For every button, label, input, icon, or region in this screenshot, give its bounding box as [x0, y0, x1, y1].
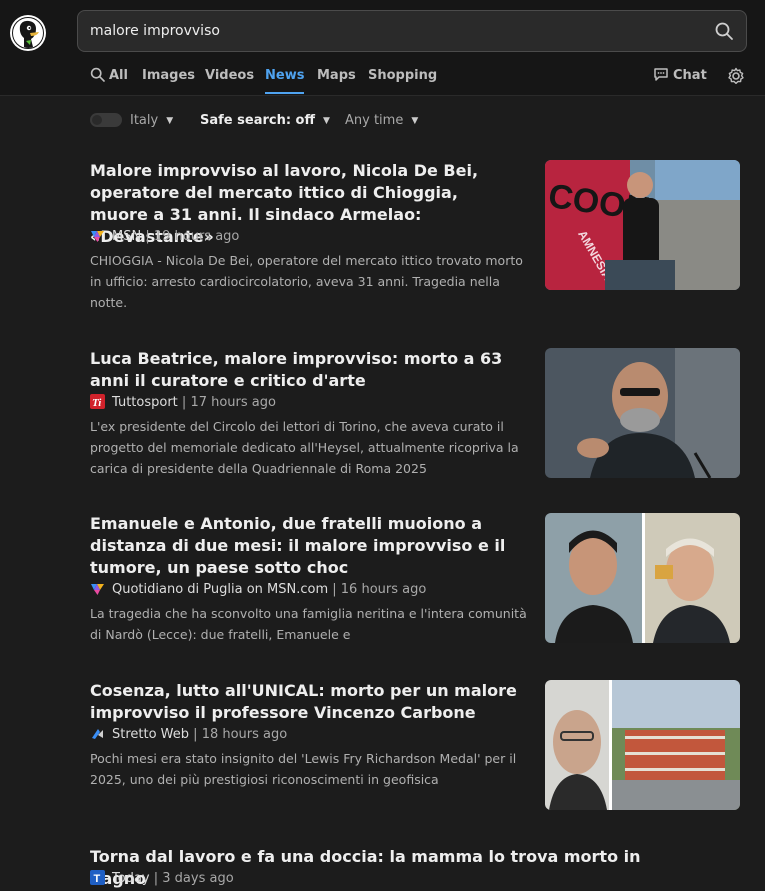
result-snippet: CHIOGGIA - Nicola De Bei, operatore del … — [90, 253, 523, 310]
result-meta: T Today | 3 days ago — [90, 870, 234, 888]
result-source[interactable]: Stretto Web — [112, 727, 189, 742]
tab-all[interactable]: All — [90, 66, 128, 94]
result-source[interactable]: Tuttosport — [112, 395, 178, 410]
region-filter[interactable]: Italy ▼ — [130, 110, 173, 132]
duckduckgo-logo[interactable] — [9, 14, 47, 52]
result-snippet: Pochi mesi era stato insignito del 'Lewi… — [90, 751, 517, 787]
result-snippet: L'ex presidente del Circolo dei lettori … — [90, 419, 519, 476]
result-title[interactable]: Emanuele e Antonio, due fratelli muoiono… — [90, 513, 520, 579]
result-time: 18 hours ago — [201, 727, 288, 742]
result-source[interactable]: MSN — [112, 229, 141, 244]
stretto-web-favicon-icon — [90, 726, 105, 741]
caret-down-icon: ▼ — [166, 116, 174, 126]
caret-down-icon: ▼ — [323, 116, 330, 126]
svg-text:T: T — [94, 873, 101, 885]
result-meta: MSN | 19 hours ago — [90, 228, 239, 246]
safe-search-filter[interactable]: Safe search: off ▼ — [200, 110, 330, 132]
result-thumbnail[interactable] — [545, 680, 740, 810]
result-thumbnail[interactable] — [545, 348, 740, 478]
gear-icon[interactable] — [727, 67, 745, 85]
tab-news[interactable]: News — [265, 66, 305, 94]
search-box[interactable] — [77, 10, 747, 52]
caret-down-icon: ▼ — [411, 116, 419, 126]
result-time: 17 hours ago — [190, 395, 276, 410]
msn-favicon-icon — [90, 581, 105, 596]
tuttosport-favicon-icon: Ti — [90, 394, 105, 409]
tab-videos[interactable]: Videos — [205, 66, 254, 94]
search-icon[interactable] — [714, 21, 734, 41]
result-time: 16 hours ago — [340, 582, 427, 597]
tab-shopping[interactable]: Shopping — [368, 66, 437, 94]
search-input[interactable] — [90, 11, 700, 51]
msn-favicon-icon — [90, 228, 105, 243]
search-icon — [90, 67, 105, 89]
header: All Images Videos News Maps Shopping Cha… — [0, 0, 765, 96]
result-time: 3 days ago — [162, 871, 234, 886]
result-source[interactable]: Quotidiano di Puglia on MSN.com — [112, 582, 328, 597]
time-filter[interactable]: Any time ▼ — [345, 110, 418, 132]
result-title[interactable]: Luca Beatrice, malore improvviso: morto … — [90, 348, 520, 392]
result-snippet: La tragedia che ha sconvolto una famigli… — [90, 606, 527, 642]
result-thumbnail[interactable]: COON AMNESIA — [545, 160, 740, 290]
tab-images[interactable]: Images — [142, 66, 195, 94]
filter-bar: Italy ▼ Safe search: off ▼ Any time ▼ — [90, 110, 690, 132]
svg-text:Ti: Ti — [92, 397, 102, 409]
result-meta: Quotidiano di Puglia on MSN.com | 16 hou… — [90, 581, 426, 599]
result-time: 19 hours ago — [153, 229, 240, 244]
chat-icon — [653, 67, 669, 89]
result-meta: Stretto Web | 18 hours ago — [90, 726, 287, 744]
region-toggle[interactable] — [90, 113, 122, 127]
result-meta: Ti Tuttosport | 17 hours ago — [90, 394, 276, 410]
result-thumbnail[interactable] — [545, 513, 740, 643]
result-title[interactable]: Cosenza, lutto all'UNICAL: morto per un … — [90, 680, 520, 724]
result-source[interactable]: Today — [112, 871, 150, 886]
tab-maps[interactable]: Maps — [317, 66, 356, 94]
chat-button[interactable]: Chat — [653, 66, 707, 89]
